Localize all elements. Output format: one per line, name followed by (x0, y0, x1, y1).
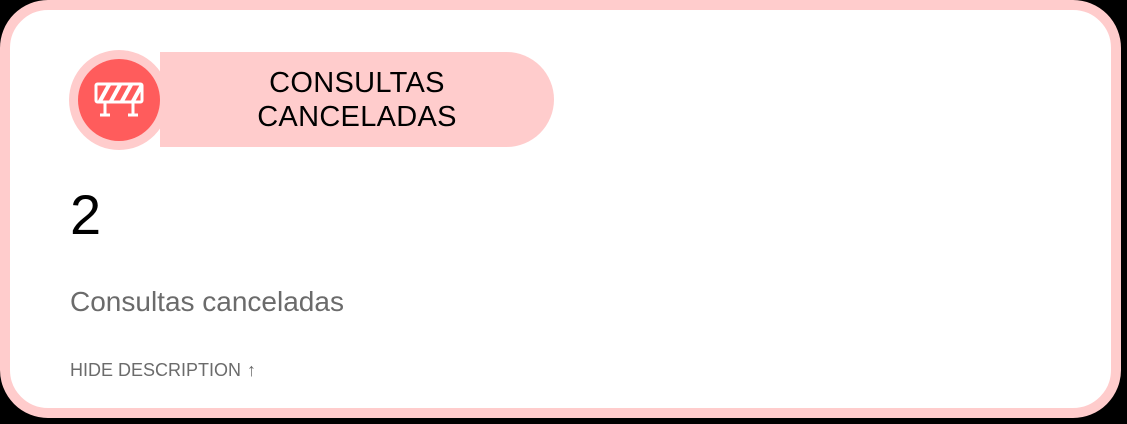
metric-value: 2 (70, 183, 102, 246)
card-icon-circle (78, 59, 160, 141)
card-icon-badge (69, 50, 169, 150)
hide-description-button[interactable]: HIDE DESCRIPTION ↑ (70, 358, 256, 382)
card-title-line2: CANCELADAS (257, 101, 457, 133)
card-title-line1: CONSULTAS (269, 67, 445, 99)
hide-description-label: HIDE DESCRIPTION (70, 360, 242, 380)
arrow-up-icon: ↑ (247, 360, 257, 380)
metric-description: Consultas canceladas (70, 286, 344, 317)
barrier-icon (94, 82, 144, 117)
cancelled-consultations-card: CONSULTAS CANCELADAS 2 Consultas cancela… (0, 0, 1121, 418)
card-title: CONSULTAS CANCELADAS (200, 66, 514, 134)
